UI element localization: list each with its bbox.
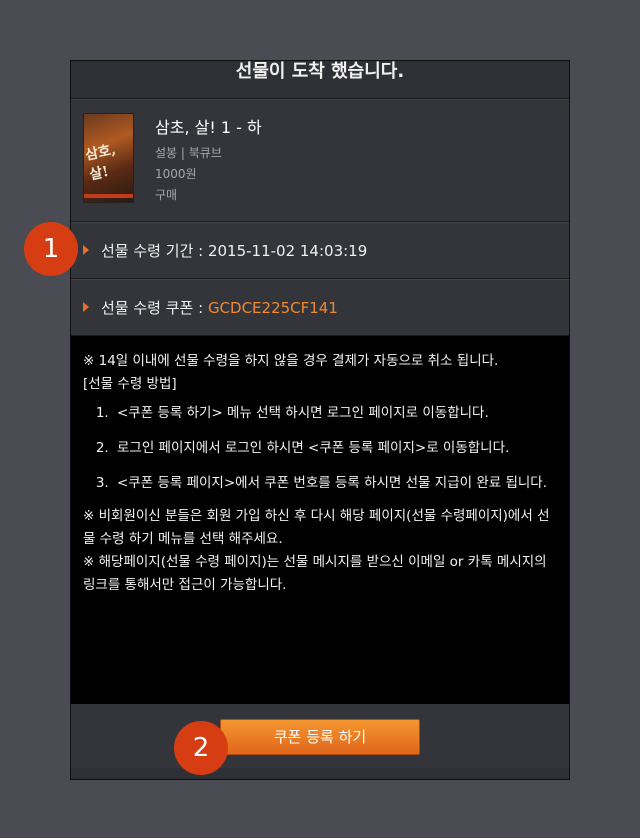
nonmember-notice: ※ 비회원이신 분들은 회원 가입 하신 후 다시 해당 페이지(선물 수령페이… bbox=[83, 508, 550, 547]
arrow-right-icon bbox=[83, 302, 89, 312]
receive-period-label: 선물 수령 기간 : bbox=[101, 242, 208, 260]
receive-coupon-label: 선물 수령 쿠폰 : bbox=[101, 299, 208, 317]
product-type: 구매 bbox=[155, 188, 178, 202]
annotation-badge-1: 1 bbox=[24, 222, 78, 276]
method-step: <쿠폰 등록 페이지>에서 쿠폰 번호를 등록 하시면 선물 지급이 완료 됩니… bbox=[113, 472, 557, 495]
annotation-badge-2: 2 bbox=[174, 721, 228, 775]
arrow-right-icon bbox=[83, 245, 89, 255]
method-steps: <쿠폰 등록 하기> 메뉴 선택 하시면 로그인 페이지로 이동합니다. 로그인… bbox=[83, 402, 557, 495]
receive-coupon-row: 선물 수령 쿠폰 : GCDCE225CF141 bbox=[71, 279, 569, 336]
access-notice: ※ 해당페이지(선물 수령 페이지)는 선물 메시지를 받으신 이메일 or 카… bbox=[83, 554, 547, 593]
product-title: 삼초, 살! 1 - 하 bbox=[155, 118, 262, 137]
product-price: 1000원 bbox=[155, 167, 197, 181]
receive-period-row: 선물 수령 기간 : 2015-11-02 14:03:19 bbox=[71, 222, 569, 279]
footer: 쿠폰 등록 하기 bbox=[71, 704, 569, 768]
product-author-publisher: 설봉 | 북큐브 bbox=[155, 146, 222, 160]
coupon-code: GCDCE225CF141 bbox=[207, 299, 338, 317]
book-cover-title: 삼호,살! bbox=[83, 141, 118, 184]
book-cover-image: 삼호,살! bbox=[83, 113, 134, 203]
method-step: 로그인 페이지에서 로그인 하시면 <쿠폰 등록 페이지>로 이동합니다. bbox=[113, 437, 557, 460]
gift-panel: 선물이 도착 했습니다. 삼호,살! 삼초, 살! 1 - 하 설봉 | 북큐브… bbox=[70, 60, 570, 780]
method-step: <쿠폰 등록 하기> 메뉴 선택 하시면 로그인 페이지로 이동합니다. bbox=[113, 402, 557, 425]
notice-section: ※ 14일 이내에 선물 수령을 하지 않을 경우 결제가 자동으로 취소 됩니… bbox=[71, 336, 569, 704]
product-info: 삼호,살! 삼초, 살! 1 - 하 설봉 | 북큐브 1000원 구매 bbox=[71, 99, 569, 222]
page-title: 선물이 도착 했습니다. bbox=[71, 61, 569, 99]
coupon-register-button[interactable]: 쿠폰 등록 하기 bbox=[220, 719, 420, 755]
method-title: [선물 수령 방법] bbox=[83, 376, 177, 392]
auto-cancel-warning: ※ 14일 이내에 선물 수령을 하지 않을 경우 결제가 자동으로 취소 됩니… bbox=[83, 353, 499, 369]
receive-period-value: 2015-11-02 14:03:19 bbox=[207, 242, 368, 260]
